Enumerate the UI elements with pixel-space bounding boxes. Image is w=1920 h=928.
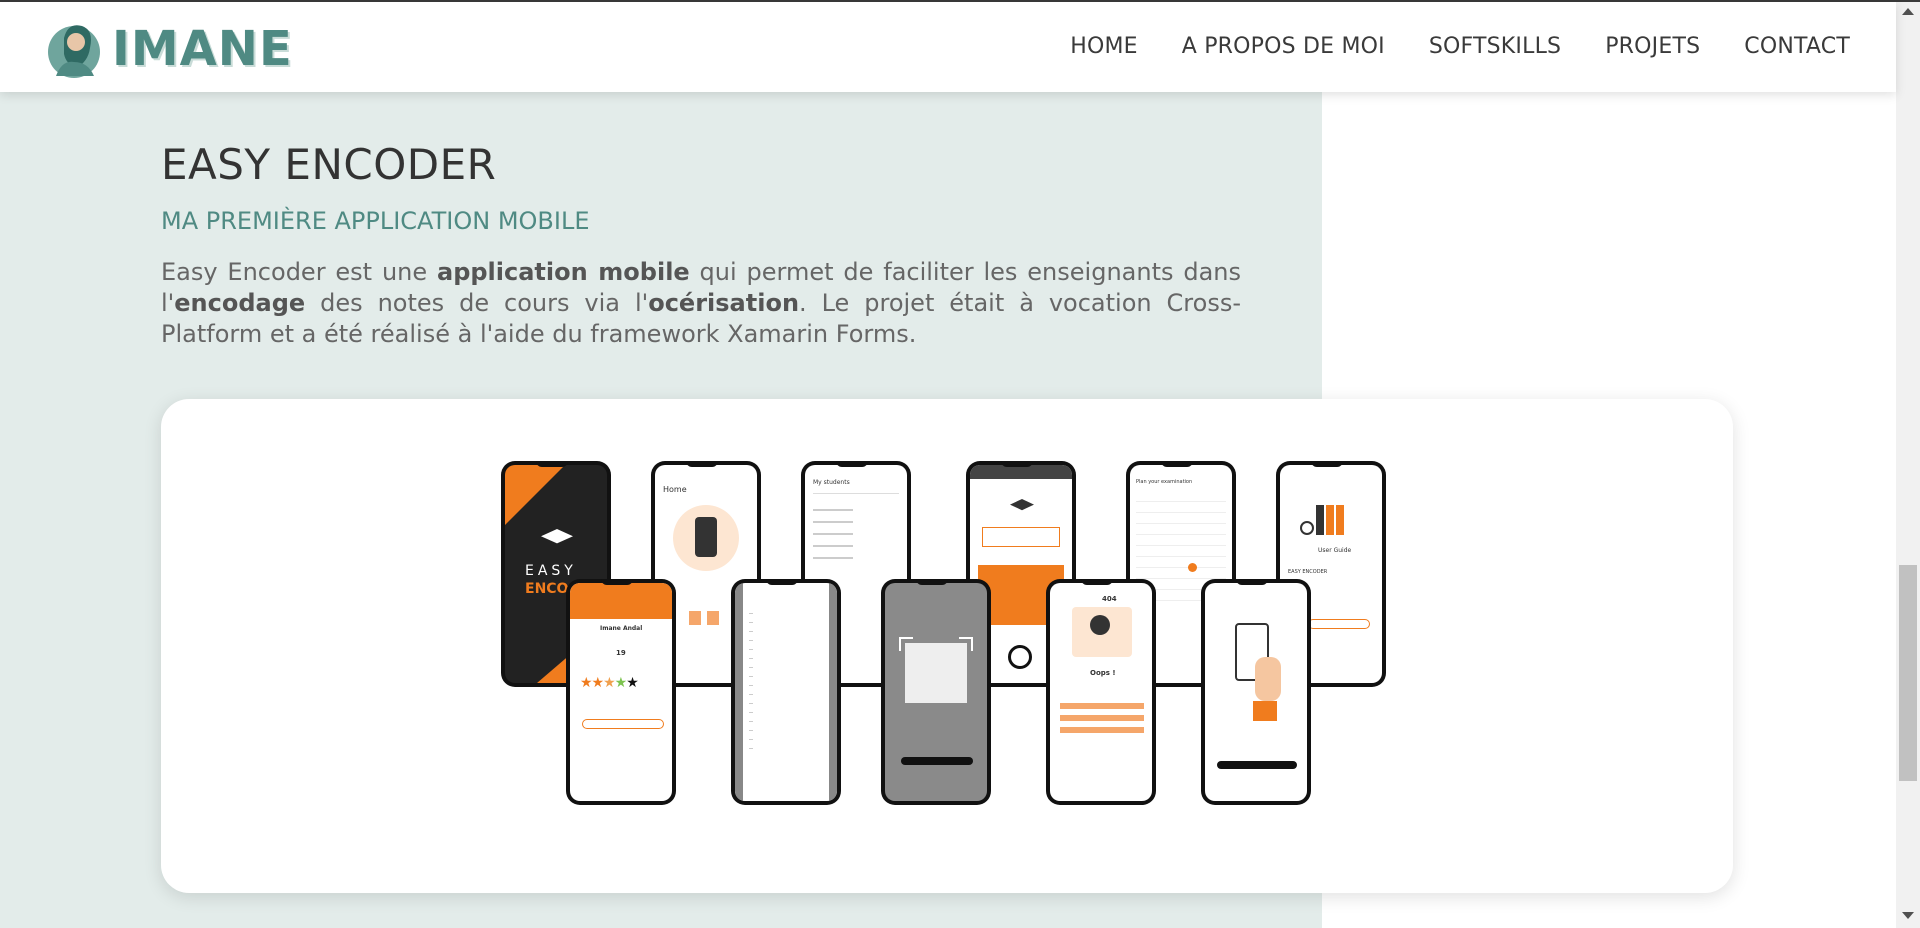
navbar: IMANE HOME A PROPOS DE MOI SOFTSKILLS PR… [0, 2, 1896, 92]
scroll-down-arrow-icon[interactable] [1902, 912, 1914, 919]
oops-label: Oops ! [1090, 669, 1116, 677]
phone-scanner [881, 579, 991, 805]
home-label: Home [663, 485, 687, 494]
nav-contact[interactable]: CONTACT [1744, 34, 1850, 59]
nav-home[interactable]: HOME [1070, 34, 1138, 59]
logo[interactable]: IMANE [46, 16, 306, 82]
nav-about[interactable]: A PROPOS DE MOI [1182, 34, 1385, 59]
project-section: EASY ENCODER MA PREMIÈRE APPLICATION MOB… [161, 140, 1241, 350]
scrollbar-thumb[interactable] [1899, 565, 1917, 781]
project-subtitle: MA PREMIÈRE APPLICATION MOBILE [161, 207, 590, 235]
scroll-up-arrow-icon[interactable] [1902, 8, 1914, 15]
phone-barcode [1201, 579, 1311, 805]
score-value: 19 [616, 649, 626, 657]
plan-label: Plan your examination [1136, 479, 1193, 485]
splash-text-easy: EASY [525, 563, 577, 579]
phone-list [731, 579, 841, 805]
project-image-card: EASY ENCO Home My students Plan your exa… [161, 399, 1733, 893]
graduation-cap-icon [541, 529, 573, 544]
project-title: EASY ENCODER [161, 140, 497, 189]
easy-encoder-label: EASY ENCODER [1288, 569, 1328, 575]
students-label: My students [813, 479, 850, 486]
nav-softskills[interactable]: SOFTSKILLS [1429, 34, 1561, 59]
page-scrollbar[interactable] [1896, 2, 1920, 928]
rating-stars: ★★★★★ [580, 675, 639, 691]
nav-projects[interactable]: PROJETS [1605, 34, 1700, 59]
phone-mockups: EASY ENCO Home My students Plan your exa… [501, 461, 1401, 821]
score-label: Imane Andal [600, 625, 643, 632]
phone-error: 404 Oops ! [1046, 579, 1156, 805]
avatar-logo-icon [48, 25, 100, 78]
logo-text: IMANE [112, 21, 293, 77]
error-code: 404 [1102, 595, 1117, 603]
search-icon [1300, 521, 1314, 535]
graduation-cap-icon [1010, 499, 1034, 511]
phone-score: Imane Andal 19 ★★★★★ [566, 579, 676, 805]
main-nav: HOME A PROPOS DE MOI SOFTSKILLS PROJETS … [1070, 34, 1850, 59]
guide-label: User Guide [1318, 547, 1352, 554]
splash-text-enco: ENCO [525, 581, 569, 597]
project-description: Easy Encoder est une application mobile … [161, 258, 1241, 348]
